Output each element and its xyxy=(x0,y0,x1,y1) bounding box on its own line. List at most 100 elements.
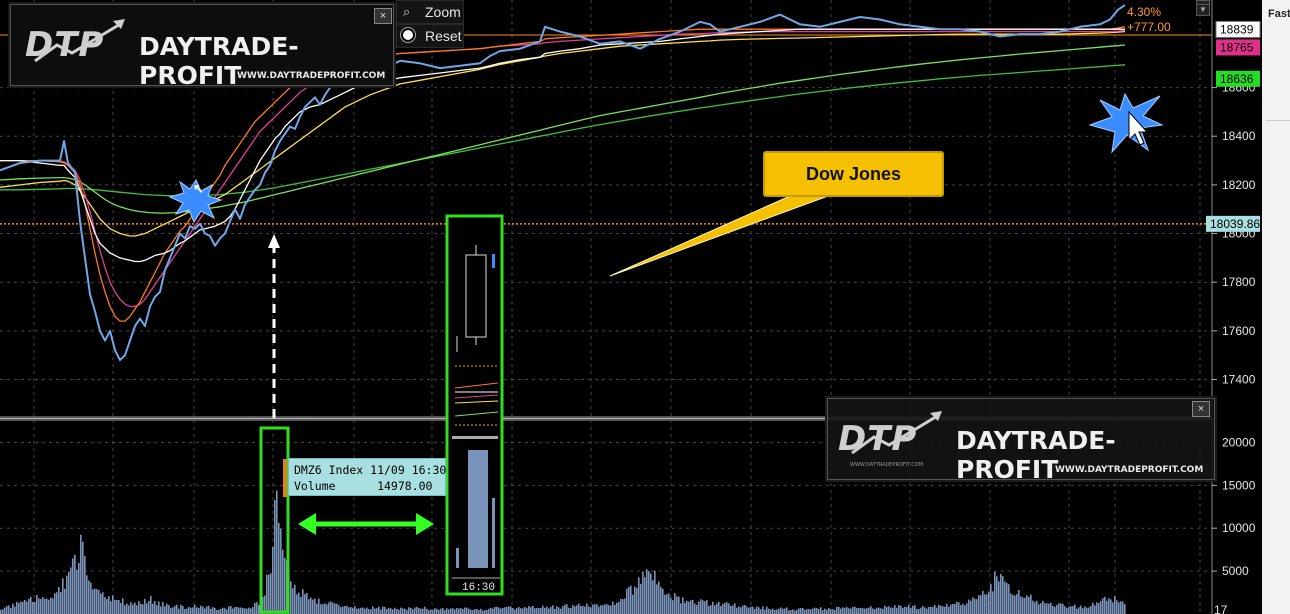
brand-logo[interactable]: DTP DAYTRADE-PROFIT WWW.DAYTRADEPROFIT.C… xyxy=(10,4,394,90)
volume-bar xyxy=(1026,595,1028,614)
volume-bar xyxy=(182,605,184,614)
volume-bar xyxy=(370,609,372,614)
volume-bar xyxy=(862,608,864,614)
volume-bar xyxy=(500,608,502,614)
volume-bar xyxy=(458,608,460,614)
volume-bar xyxy=(346,605,348,614)
volume-bar xyxy=(1044,603,1046,614)
volume-bar xyxy=(226,609,228,614)
volume-bar xyxy=(774,609,776,614)
volume-bar xyxy=(110,601,112,614)
price-tick-label: 17600 xyxy=(1222,324,1256,338)
inset-price-marker xyxy=(492,254,495,268)
volume-bar xyxy=(740,607,742,614)
chart-canvas[interactable]: 17400176001780018000182001840018600 5000… xyxy=(0,0,1290,614)
volume-bar xyxy=(998,581,1000,614)
volume-bar xyxy=(434,608,436,614)
volume-bar xyxy=(1080,605,1082,614)
volume-bar xyxy=(698,601,700,614)
volume-bar xyxy=(448,609,450,614)
volume-bar xyxy=(192,607,194,614)
volume-bar xyxy=(54,593,56,614)
side-panel[interactable]: Fast xyxy=(1262,0,1290,614)
volume-bar xyxy=(180,604,182,614)
volume-bar xyxy=(642,571,644,614)
volume-bar xyxy=(174,605,176,614)
volume-bar xyxy=(730,605,732,614)
volume-bar xyxy=(826,609,828,614)
volume-bar xyxy=(916,608,918,614)
volume-bar xyxy=(692,599,694,614)
volume-bar xyxy=(1010,593,1012,614)
volume-bar xyxy=(440,608,442,614)
volume-bar xyxy=(812,608,814,614)
volume-bar xyxy=(16,601,18,614)
close-icon[interactable]: × xyxy=(374,8,392,24)
volume-bar xyxy=(644,577,646,614)
volume-bar xyxy=(208,605,210,614)
volume-bar xyxy=(548,608,550,614)
volume-bar xyxy=(276,490,278,614)
volume-bar xyxy=(986,594,988,614)
volume-bar xyxy=(552,605,554,614)
reset-button[interactable]: Reset xyxy=(396,24,464,48)
volume-bar xyxy=(268,574,270,614)
volume-bar xyxy=(640,583,642,614)
volume-bar xyxy=(1078,607,1080,614)
volume-bar xyxy=(944,606,946,614)
volume-bar xyxy=(62,578,64,614)
volume-bar xyxy=(856,607,858,614)
chevron-down-icon[interactable]: ▼ xyxy=(1196,4,1210,16)
volume-bar xyxy=(1104,596,1106,614)
volume-bar xyxy=(802,607,804,614)
volume-bar xyxy=(606,604,608,614)
volume-bar xyxy=(86,575,88,614)
volume-bar xyxy=(474,609,476,614)
volume-bar xyxy=(184,608,186,614)
volume-bar xyxy=(94,588,96,614)
chart-window: 17400 17600 17800 18000 18200 18400 18600 5000… xyxy=(0,0,1290,614)
volume-bar xyxy=(596,604,598,614)
volume-bar xyxy=(356,608,358,614)
volume-bar xyxy=(874,609,876,614)
volume-bar xyxy=(470,609,472,614)
volume-bar xyxy=(1006,582,1008,614)
price-tick-label: 17400 xyxy=(1222,373,1256,387)
volume-bar xyxy=(1086,607,1088,614)
volume-bar xyxy=(350,607,352,614)
volume-bar xyxy=(78,562,80,614)
volume-bar xyxy=(1022,597,1024,614)
zoom-button[interactable]: ⌕ Zoom xyxy=(396,0,464,24)
volume-bar xyxy=(46,598,48,614)
volume-bar xyxy=(310,597,312,614)
volume-bar xyxy=(380,609,382,614)
volume-bar xyxy=(390,608,392,614)
volume-bar xyxy=(742,605,744,614)
volume-bar xyxy=(50,597,52,614)
volume-bar xyxy=(206,606,208,614)
volume-bar xyxy=(446,608,448,614)
volume-bar xyxy=(690,600,692,614)
volume-bar xyxy=(884,605,886,614)
cursor-arrow-icon: ↖ xyxy=(193,181,204,196)
volume-bar xyxy=(1124,604,1126,614)
volume-bar xyxy=(866,608,868,614)
volume-bar xyxy=(982,590,984,614)
volume-bar xyxy=(254,602,256,614)
price-tick-label: 18200 xyxy=(1222,178,1256,192)
volume-bar xyxy=(136,605,138,614)
volume-bar xyxy=(1014,595,1016,614)
volume-bar xyxy=(910,607,912,614)
volume-bar xyxy=(44,598,46,614)
volume-bar xyxy=(958,602,960,614)
volume-bar xyxy=(846,607,848,614)
volume-bar xyxy=(624,598,626,614)
volume-bar xyxy=(84,556,86,614)
volume-bar xyxy=(808,609,810,614)
volume-bar xyxy=(868,607,870,614)
volume-bar xyxy=(974,598,976,614)
volume-bar xyxy=(320,604,322,614)
volume-bar xyxy=(942,606,944,614)
volume-bar xyxy=(1050,602,1052,614)
volume-bar xyxy=(164,606,166,614)
